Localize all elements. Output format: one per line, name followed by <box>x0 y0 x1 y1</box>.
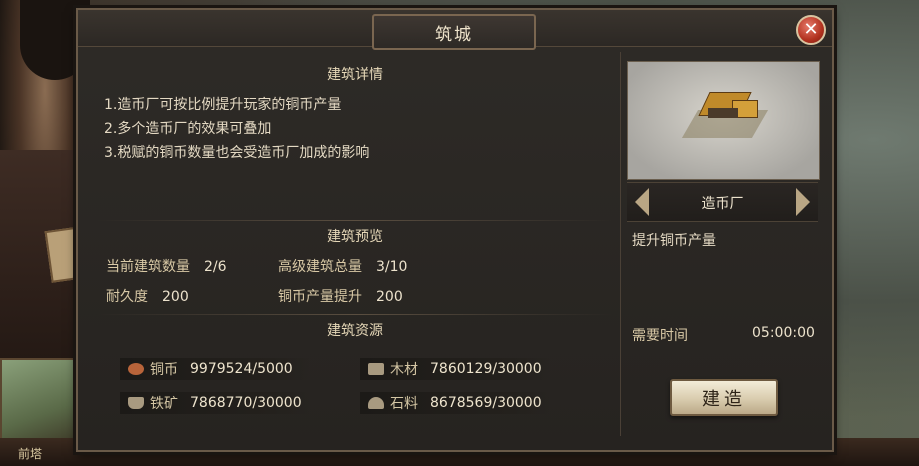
stat-label: 耐久度 <box>106 289 148 305</box>
resource-wood: 木材 7860129/30000 <box>360 358 550 380</box>
resource-value: 9979524/5000 <box>190 361 293 377</box>
details-heading: 建筑详情 <box>327 67 383 83</box>
detail-line: 2.多个造币厂的效果可叠加 <box>104 121 272 137</box>
dialog-title: 筑城 <box>372 14 536 50</box>
bottom-bar-label[interactable]: 前塔 <box>18 445 42 462</box>
building-selector: 造币厂 <box>627 182 818 222</box>
close-icon: ✕ <box>803 19 819 40</box>
iron-ore-icon <box>128 397 144 409</box>
close-button[interactable]: ✕ <box>796 15 826 45</box>
stat-label: 高级建筑总量 <box>278 259 362 275</box>
resource-value: 7868770/30000 <box>190 395 302 411</box>
resources-heading: 建筑资源 <box>327 323 383 339</box>
detail-line: 3.税赋的铜币数量也会受造币厂加成的影响 <box>104 145 370 161</box>
stat-value: 200 <box>162 289 189 305</box>
resource-label: 木材 <box>390 362 418 378</box>
city-thumbnail[interactable] <box>0 358 84 448</box>
stat-copper-boost: 铜币产量提升 200 <box>278 286 403 306</box>
resource-label: 铁矿 <box>150 396 178 412</box>
stat-advanced-total: 高级建筑总量 3/10 <box>278 256 407 276</box>
building-description: 提升铜币产量 <box>632 233 716 249</box>
building-name: 造币厂 <box>701 196 744 212</box>
stone-icon <box>368 397 384 409</box>
detail-line: 1.造币厂可按比例提升玩家的铜币产量 <box>104 97 342 113</box>
resource-copper: 铜币 9979524/5000 <box>120 358 310 380</box>
build-button[interactable]: 建造 <box>670 379 778 416</box>
building-wall <box>708 108 738 118</box>
chevron-right-icon[interactable] <box>796 188 810 216</box>
stat-value: 2/6 <box>204 259 227 275</box>
copper-coin-icon <box>128 363 144 375</box>
stat-label: 当前建筑数量 <box>106 259 190 275</box>
resource-stone: 石料 8678569/30000 <box>360 392 550 414</box>
stat-current-count: 当前建筑数量 2/6 <box>106 256 227 276</box>
section-separator <box>98 314 612 315</box>
wood-icon <box>368 363 384 375</box>
column-divider <box>620 52 621 436</box>
stat-label: 铜币产量提升 <box>278 289 362 305</box>
building-preview-image <box>627 61 820 180</box>
resource-label: 铜币 <box>150 362 178 378</box>
time-required-value: 05:00:00 <box>752 325 815 341</box>
resource-value: 8678569/30000 <box>430 395 542 411</box>
preview-heading: 建筑预览 <box>327 229 383 245</box>
resource-iron: 铁矿 7868770/30000 <box>120 392 310 414</box>
time-required-label: 需要时间 <box>632 328 688 344</box>
resource-label: 石料 <box>390 396 418 412</box>
resource-value: 7860129/30000 <box>430 361 542 377</box>
section-separator <box>98 220 612 221</box>
stat-value: 3/10 <box>376 259 408 275</box>
stat-value: 200 <box>376 289 403 305</box>
stat-durability: 耐久度 200 <box>106 286 189 306</box>
building-info-panel: 建筑详情 1.造币厂可按比例提升玩家的铜币产量 2.多个造币厂的效果可叠加 3.… <box>98 58 612 434</box>
